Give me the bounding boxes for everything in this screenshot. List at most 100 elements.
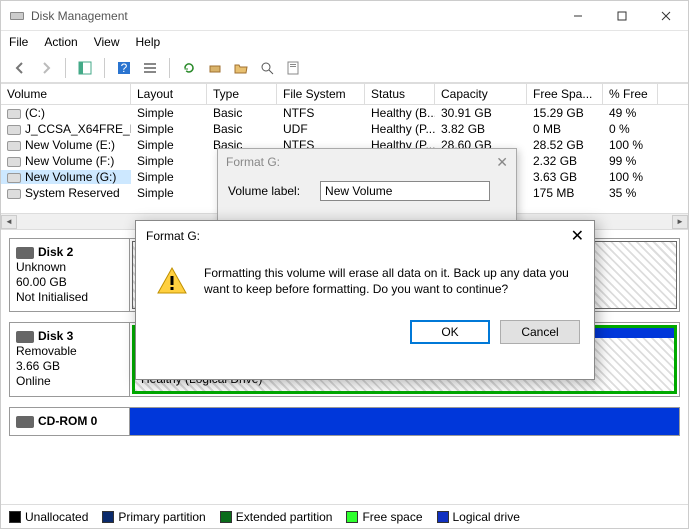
col-pctfree[interactable]: % Free <box>603 84 658 104</box>
menu-file[interactable]: File <box>9 35 28 49</box>
disk-3-label: Disk 3 Removable 3.66 GB Online <box>10 323 130 396</box>
disk-size: 60.00 GB <box>16 275 67 289</box>
col-layout[interactable]: Layout <box>131 84 207 104</box>
volume-icon <box>7 173 21 183</box>
cell-pct: 35 % <box>603 186 658 200</box>
volume-icon <box>7 125 21 135</box>
cdrom-row[interactable]: CD-ROM 0 <box>9 407 680 436</box>
cell-type: Basic <box>207 122 277 136</box>
cell-layout: Simple <box>131 186 207 200</box>
action-list-icon[interactable] <box>139 57 161 79</box>
legend-swatch-logical <box>437 511 449 523</box>
cell-name: New Volume (G:) <box>1 170 131 184</box>
cell-name: System Reserved <box>1 186 131 200</box>
cell-free: 0 MB <box>527 122 603 136</box>
volume-label-input[interactable] <box>320 181 490 201</box>
format-dialog-title: Format G: <box>226 155 280 169</box>
cell-name: (C:) <box>1 106 131 120</box>
cell-pct: 100 % <box>603 170 658 184</box>
menu-view[interactable]: View <box>94 35 120 49</box>
disk-icon <box>16 247 34 259</box>
legend-primary: Primary partition <box>118 510 205 524</box>
legend-free: Free space <box>362 510 422 524</box>
warning-icon <box>156 265 188 300</box>
cell-fs: NTFS <box>277 106 365 120</box>
cell-fs: UDF <box>277 122 365 136</box>
minimize-button[interactable] <box>556 1 600 31</box>
disk-title: Disk 3 <box>38 329 73 343</box>
ok-button[interactable]: OK <box>410 320 490 344</box>
show-hide-console-tree-icon[interactable] <box>74 57 96 79</box>
rescan-icon[interactable] <box>204 57 226 79</box>
properties-icon[interactable] <box>282 57 304 79</box>
scroll-left-icon[interactable]: ◄ <box>1 215 17 229</box>
legend-swatch-primary <box>102 511 114 523</box>
confirm-dialog: Format G: ✕ Formatting this volume will … <box>135 220 595 380</box>
col-volume[interactable]: Volume <box>1 84 131 104</box>
col-freespace[interactable]: Free Spa... <box>527 84 603 104</box>
legend-logical: Logical drive <box>453 510 520 524</box>
disk-status: Unknown <box>16 260 66 274</box>
window-title: Disk Management <box>31 9 556 23</box>
confirm-message: Formatting this volume will erase all da… <box>204 265 576 300</box>
close-button[interactable] <box>644 1 688 31</box>
volume-icon <box>7 109 21 119</box>
format-dialog-close-icon[interactable]: ✕ <box>496 154 508 171</box>
cell-free: 28.52 GB <box>527 138 603 152</box>
disk-title: Disk 2 <box>38 245 73 259</box>
col-status[interactable]: Status <box>365 84 435 104</box>
col-capacity[interactable]: Capacity <box>435 84 527 104</box>
disk-icon <box>16 331 34 343</box>
volume-list-header: Volume Layout Type File System Status Ca… <box>1 83 688 105</box>
disk-state: Online <box>16 374 51 388</box>
svg-text:?: ? <box>121 61 128 75</box>
disk-2-label: Disk 2 Unknown 60.00 GB Not Initialised <box>10 239 130 311</box>
menu-action[interactable]: Action <box>44 35 77 49</box>
col-type[interactable]: Type <box>207 84 277 104</box>
cell-status: Healthy (B... <box>365 106 435 120</box>
legend-swatch-unallocated <box>9 511 21 523</box>
search-icon[interactable] <box>256 57 278 79</box>
legend: Unallocated Primary partition Extended p… <box>1 504 688 528</box>
cell-name: New Volume (E:) <box>1 138 131 152</box>
col-filesystem[interactable]: File System <box>277 84 365 104</box>
cancel-button[interactable]: Cancel <box>500 320 580 344</box>
volume-icon <box>7 189 21 199</box>
confirm-dialog-close-icon[interactable]: ✕ <box>571 226 584 246</box>
help-icon[interactable]: ? <box>113 57 135 79</box>
refresh-icon[interactable] <box>178 57 200 79</box>
cell-layout: Simple <box>131 154 207 168</box>
volume-icon <box>7 157 21 167</box>
volume-icon <box>7 141 21 151</box>
disk-status: Removable <box>16 344 77 358</box>
cell-layout: Simple <box>131 122 207 136</box>
cell-name: New Volume (F:) <box>1 154 131 168</box>
disk-state: Not Initialised <box>16 290 88 304</box>
cell-cap: 30.91 GB <box>435 106 527 120</box>
legend-swatch-free <box>346 511 358 523</box>
volume-label-label: Volume label: <box>228 184 300 198</box>
format-dialog: Format G: ✕ Volume label: <box>217 148 517 228</box>
maximize-button[interactable] <box>600 1 644 31</box>
cell-type: Basic <box>207 106 277 120</box>
legend-extended: Extended partition <box>236 510 333 524</box>
forward-button[interactable] <box>35 57 57 79</box>
open-icon[interactable] <box>230 57 252 79</box>
legend-unallocated: Unallocated <box>25 510 88 524</box>
table-row[interactable]: J_CCSA_X64FRE_E...SimpleBasicUDFHealthy … <box>1 121 688 137</box>
back-button[interactable] <box>9 57 31 79</box>
cell-cap: 3.82 GB <box>435 122 527 136</box>
scroll-right-icon[interactable]: ► <box>672 215 688 229</box>
cell-layout: Simple <box>131 138 207 152</box>
toolbar: ? <box>1 53 688 83</box>
cdrom-label: CD-ROM 0 <box>10 408 130 435</box>
table-row[interactable]: (C:)SimpleBasicNTFSHealthy (B...30.91 GB… <box>1 105 688 121</box>
cell-name: J_CCSA_X64FRE_E... <box>1 122 131 136</box>
cell-pct: 100 % <box>603 138 658 152</box>
cell-pct: 0 % <box>603 122 658 136</box>
legend-swatch-extended <box>220 511 232 523</box>
menu-help[interactable]: Help <box>136 35 161 49</box>
app-icon <box>9 8 25 24</box>
cell-free: 3.63 GB <box>527 170 603 184</box>
menubar: File Action View Help <box>1 31 688 53</box>
